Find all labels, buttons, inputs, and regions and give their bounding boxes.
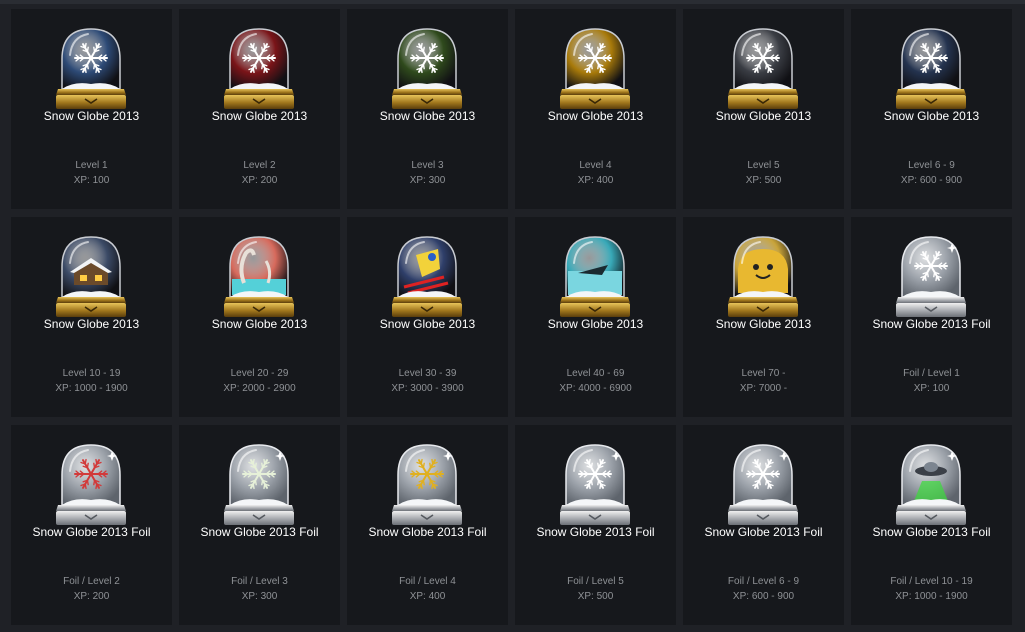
snow-globe-badge xyxy=(390,25,464,111)
snow-globe-badge xyxy=(390,233,464,319)
badge-level: Level 70 - xyxy=(741,368,786,379)
badge-name: Snow Globe 2013 xyxy=(715,109,812,123)
badge-xp: XP: 400 xyxy=(409,591,446,602)
badge-name: Snow Globe 2013 xyxy=(43,109,140,123)
badge-name: Snow Globe 2013 Foil xyxy=(200,525,319,539)
badge-level: Foil / Level 6 - 9 xyxy=(727,576,800,587)
badge-xp: XP: 4000 - 6900 xyxy=(559,383,632,394)
top-divider xyxy=(0,0,1025,4)
badge-card[interactable]: Snow Globe 2013 Level 10 - 19 XP: 1000 - 1… xyxy=(11,217,172,417)
badge-level: Level 20 - 29 xyxy=(230,368,289,379)
badge-name: Snow Globe 2013 xyxy=(379,317,476,331)
badge-xp: XP: 2000 - 2900 xyxy=(223,383,296,394)
badge-grid: Snow Globe 2013 Level 1 XP: 100 Snow Globe … xyxy=(11,9,1012,625)
badge-level: Level 10 - 19 xyxy=(62,368,121,379)
badge-xp: XP: 400 xyxy=(577,175,614,186)
badge-card[interactable]: Snow Globe 2013 Level 40 - 69 XP: 4000 - 6… xyxy=(515,217,676,417)
badge-xp: XP: 1000 - 1900 xyxy=(895,591,968,602)
badge-xp: XP: 200 xyxy=(73,591,110,602)
badge-card[interactable]: Snow Globe 2013 Level 6 - 9 XP: 600 - 900 xyxy=(851,9,1012,209)
badge-name: Snow Globe 2013 Foil xyxy=(872,525,991,539)
badge-xp: XP: 300 xyxy=(241,591,278,602)
badge-xp: XP: 100 xyxy=(73,175,110,186)
snow-globe-badge xyxy=(558,233,632,319)
badge-name: Snow Globe 2013 xyxy=(43,317,140,331)
badge-level: Foil / Level 4 xyxy=(399,576,456,587)
badge-card[interactable]: Snow Globe 2013 Foil Foil / Level 6 - 9 XP… xyxy=(683,425,844,625)
badge-name: Snow Globe 2013 Foil xyxy=(704,525,823,539)
badge-name: Snow Globe 2013 xyxy=(211,109,308,123)
badge-xp: XP: 200 xyxy=(241,175,278,186)
badge-name: Snow Globe 2013 Foil xyxy=(32,525,151,539)
badge-name: Snow Globe 2013 Foil xyxy=(872,317,991,331)
badge-xp: XP: 100 xyxy=(913,383,950,394)
snow-globe-badge xyxy=(54,233,128,319)
badge-level: Level 30 - 39 xyxy=(398,368,457,379)
badge-name: Snow Globe 2013 xyxy=(715,317,812,331)
snow-globe-badge xyxy=(894,25,968,111)
badge-level: Level 1 xyxy=(75,160,108,171)
badge-level: Level 40 - 69 xyxy=(566,368,625,379)
badge-card[interactable]: Snow Globe 2013 Foil Foil / Level 3 XP: 30… xyxy=(179,425,340,625)
snow-globe-badge xyxy=(894,441,968,527)
badge-level: Foil / Level 3 xyxy=(231,576,288,587)
badge-card[interactable]: Snow Globe 2013 Level 30 - 39 XP: 3000 - 3… xyxy=(347,217,508,417)
yeti-icon xyxy=(738,249,788,293)
badge-level: Foil / Level 1 xyxy=(903,368,960,379)
badge-card[interactable]: Snow Globe 2013 Foil Foil / Level 2 XP: 20… xyxy=(11,425,172,625)
snow-globe-badge xyxy=(222,441,296,527)
badge-xp: XP: 600 - 900 xyxy=(900,175,963,186)
badge-name: Snow Globe 2013 xyxy=(379,109,476,123)
badge-level: Level 5 xyxy=(747,160,780,171)
snow-globe-badge xyxy=(726,25,800,111)
snow-globe-badge xyxy=(390,441,464,527)
badge-xp: XP: 500 xyxy=(577,591,614,602)
badge-level: Foil / Level 2 xyxy=(63,576,120,587)
badge-card[interactable]: Snow Globe 2013 Level 70 - XP: 7000 - xyxy=(683,217,844,417)
snow-globe-badge xyxy=(726,441,800,527)
badge-name: Snow Globe 2013 xyxy=(211,317,308,331)
badge-level: Level 4 xyxy=(579,160,612,171)
badge-card[interactable]: Snow Globe 2013 Level 3 XP: 300 xyxy=(347,9,508,209)
badge-xp: XP: 3000 - 3900 xyxy=(391,383,464,394)
snow-globe-badge xyxy=(54,441,128,527)
snow-globe-badge xyxy=(54,25,128,111)
badge-card[interactable]: Snow Globe 2013 Level 5 XP: 500 xyxy=(683,9,844,209)
snow-globe-badge xyxy=(222,25,296,111)
badge-level: Foil / Level 5 xyxy=(567,576,624,587)
snow-globe-badge xyxy=(894,233,968,319)
badge-card[interactable]: Snow Globe 2013 Foil Foil / Level 1 XP: 10… xyxy=(851,217,1012,417)
badge-card[interactable]: Snow Globe 2013 Level 2 XP: 200 xyxy=(179,9,340,209)
badge-card[interactable]: Snow Globe 2013 Foil Foil / Level 4 XP: 40… xyxy=(347,425,508,625)
snow-globe-badge xyxy=(558,25,632,111)
badge-name: Snow Globe 2013 xyxy=(547,317,644,331)
badge-card[interactable]: Snow Globe 2013 Level 20 - 29 XP: 2000 - 2… xyxy=(179,217,340,417)
snow-globe-badge xyxy=(558,441,632,527)
snow-globe-badge xyxy=(222,233,296,319)
badge-card[interactable]: Snow Globe 2013 Level 4 XP: 400 xyxy=(515,9,676,209)
badge-level: Foil / Level 10 - 19 xyxy=(890,576,973,587)
badge-name: Snow Globe 2013 xyxy=(547,109,644,123)
badge-xp: XP: 500 xyxy=(745,175,782,186)
badge-xp: XP: 300 xyxy=(409,175,446,186)
badge-xp: XP: 600 - 900 xyxy=(732,591,795,602)
badge-card[interactable]: Snow Globe 2013 Foil Foil / Level 10 - 19… xyxy=(851,425,1012,625)
badge-name: Snow Globe 2013 xyxy=(883,109,980,123)
badge-xp: XP: 7000 - xyxy=(739,383,788,394)
badge-level: Level 2 xyxy=(243,160,276,171)
badge-level: Level 6 - 9 xyxy=(908,160,955,171)
badge-name: Snow Globe 2013 Foil xyxy=(536,525,655,539)
badge-card[interactable]: Snow Globe 2013 Foil Foil / Level 5 XP: 50… xyxy=(515,425,676,625)
badge-level: Level 3 xyxy=(411,160,444,171)
badge-name: Snow Globe 2013 Foil xyxy=(368,525,487,539)
snow-globe-badge xyxy=(726,233,800,319)
badge-card[interactable]: Snow Globe 2013 Level 1 XP: 100 xyxy=(11,9,172,209)
badge-xp: XP: 1000 - 1900 xyxy=(55,383,128,394)
